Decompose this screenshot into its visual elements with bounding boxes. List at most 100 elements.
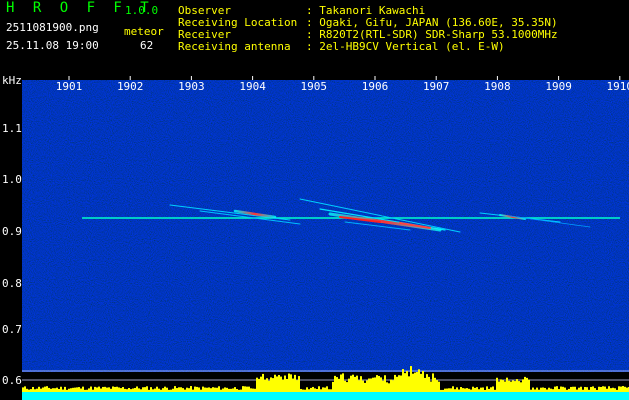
power-bar xyxy=(452,386,454,392)
power-bar xyxy=(580,386,582,392)
power-bar xyxy=(264,379,266,392)
power-bar xyxy=(478,389,480,392)
power-bar xyxy=(554,386,556,392)
power-bar xyxy=(68,388,70,392)
power-bar xyxy=(300,388,302,392)
power-bar xyxy=(438,381,440,392)
power-bar xyxy=(156,386,158,392)
power-bar xyxy=(240,389,242,392)
power-bar xyxy=(282,379,284,392)
power-bar xyxy=(270,377,272,392)
power-bar xyxy=(576,389,578,392)
power-bar xyxy=(380,377,382,392)
power-bar xyxy=(216,387,218,392)
power-bar xyxy=(170,389,172,392)
power-bar xyxy=(472,386,474,392)
power-bar xyxy=(82,386,84,392)
power-bar xyxy=(534,389,536,392)
power-bar xyxy=(394,374,396,392)
time-tick-label: 1909 xyxy=(545,80,572,93)
power-bar xyxy=(536,387,538,392)
power-bar xyxy=(72,387,74,392)
time-tick-label: 1906 xyxy=(362,80,389,93)
power-bar xyxy=(396,376,398,392)
power-bar xyxy=(484,389,486,392)
power-bar xyxy=(34,389,36,392)
power-bar xyxy=(410,366,412,392)
time-tick-label: 1903 xyxy=(178,80,205,93)
power-bar xyxy=(326,386,328,392)
power-bar xyxy=(408,376,410,392)
power-bar xyxy=(420,373,422,392)
power-bar xyxy=(504,381,506,392)
power-bar xyxy=(552,389,554,392)
power-bar xyxy=(348,378,350,392)
power-bar xyxy=(516,379,518,392)
power-bar xyxy=(392,380,394,392)
power-bar xyxy=(40,388,42,392)
frequency-tick-label: 0.9 xyxy=(2,225,22,238)
power-bar xyxy=(368,378,370,392)
power-bar xyxy=(350,375,352,392)
power-bar xyxy=(88,388,90,392)
observation-datetime: 25.11.08 19:00 xyxy=(6,39,99,52)
power-bar xyxy=(618,386,620,392)
power-bar xyxy=(608,386,610,392)
power-bar xyxy=(352,374,354,392)
power-bar xyxy=(310,387,312,392)
time-tick-label: 1901 xyxy=(56,80,83,93)
power-bar xyxy=(456,387,458,392)
power-bar xyxy=(268,380,270,392)
power-bar xyxy=(250,388,252,392)
power-bar xyxy=(168,389,170,392)
power-bar xyxy=(502,380,504,392)
power-bar xyxy=(338,378,340,392)
power-bar xyxy=(128,387,130,392)
power-bar xyxy=(298,376,300,392)
power-bar xyxy=(28,389,30,392)
power-bar xyxy=(162,388,164,392)
power-bar xyxy=(622,386,624,392)
power-bar xyxy=(182,388,184,392)
power-bar xyxy=(130,389,132,392)
power-bar xyxy=(24,386,26,392)
power-bar xyxy=(450,388,452,392)
power-bar xyxy=(220,389,222,392)
power-bar xyxy=(322,387,324,392)
power-bar xyxy=(32,386,34,392)
power-bar xyxy=(200,389,202,392)
power-bar xyxy=(292,378,294,392)
power-bar xyxy=(494,389,496,392)
power-bar xyxy=(150,387,152,392)
power-bar xyxy=(400,375,402,392)
power-bar xyxy=(316,389,318,392)
power-bar xyxy=(184,389,186,392)
power-bar xyxy=(140,389,142,392)
power-bar xyxy=(38,386,40,392)
frequency-tick-label: 1.1 xyxy=(2,122,22,135)
power-bar xyxy=(242,386,244,392)
power-bar xyxy=(616,389,618,392)
antenna-label: Receiving antenna xyxy=(178,40,291,53)
power-bar xyxy=(448,388,450,392)
power-bar xyxy=(276,376,278,392)
power-bar xyxy=(148,389,150,392)
power-bar xyxy=(324,387,326,392)
power-bar xyxy=(280,376,282,392)
power-bar xyxy=(626,387,628,392)
power-bar xyxy=(458,389,460,392)
power-bar xyxy=(192,389,194,392)
power-bar xyxy=(36,388,38,392)
power-bar xyxy=(196,386,198,392)
power-bar xyxy=(464,388,466,392)
power-bar xyxy=(424,377,426,392)
power-bar xyxy=(498,381,500,392)
power-bar xyxy=(562,386,564,392)
power-bar xyxy=(190,386,192,392)
power-bar xyxy=(332,381,334,392)
power-bar xyxy=(454,389,456,392)
power-bar xyxy=(98,386,100,392)
power-bar xyxy=(514,381,516,392)
power-bar xyxy=(210,388,212,392)
power-bar xyxy=(598,386,600,392)
